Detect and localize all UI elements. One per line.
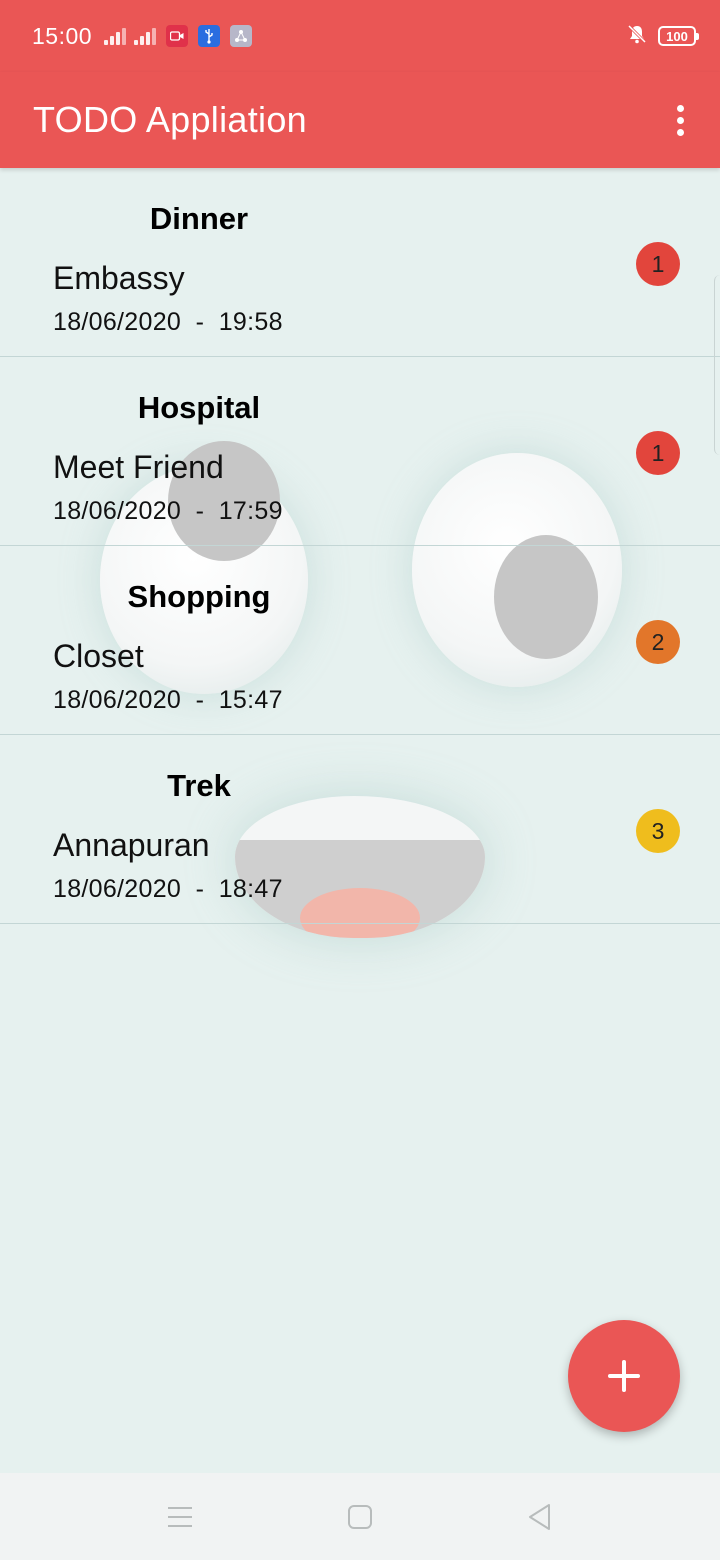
todo-list: Dinner Embassy 18/06/2020 - 19:58 1 Hosp… [0,168,720,924]
todo-datetime: 18/06/2020 - 19:58 [53,308,283,336]
todo-item[interactable]: Hospital Meet Friend 18/06/2020 - 17:59 … [0,357,720,546]
priority-badge: 2 [636,620,680,664]
signal-icon [104,27,127,45]
todo-datetime: 18/06/2020 - 18:47 [53,875,283,903]
todo-item[interactable]: Dinner Embassy 18/06/2020 - 19:58 1 [0,168,720,357]
usb-icon [198,25,221,47]
todo-datetime: 18/06/2020 - 15:47 [53,686,283,714]
todo-category: Hospital [137,390,261,425]
mute-icon [626,23,648,50]
menu-icon[interactable] [150,1487,210,1547]
video-record-icon [166,25,189,47]
priority-badge: 1 [636,431,680,475]
todo-category: Dinner [149,201,249,236]
todo-title: Annapuran [53,827,210,863]
status-time: 15:00 [32,22,93,49]
app-title: TODO Appliation [33,99,307,140]
signal-icon [134,27,157,45]
status-bar: 15:00 100 [0,0,720,72]
todo-item[interactable]: Trek Annapuran 18/06/2020 - 18:47 3 [0,735,720,924]
todo-category: Trek [167,768,231,803]
todo-title: Closet [53,638,144,674]
priority-badge: 3 [636,809,680,853]
todo-item[interactable]: Shopping Closet 18/06/2020 - 15:47 2 [0,546,720,735]
home-icon[interactable] [330,1487,390,1547]
plus-icon [608,1360,640,1392]
more-vert-icon[interactable] [640,72,720,168]
share-icon [230,25,253,47]
app-bar: TODO Appliation [0,72,720,168]
todo-category: Shopping [127,579,271,614]
navigation-bar [0,1473,720,1560]
priority-badge: 1 [636,242,680,286]
todo-title: Meet Friend [53,449,224,485]
todo-datetime: 18/06/2020 - 17:59 [53,497,283,525]
add-todo-button[interactable] [568,1320,680,1432]
back-icon[interactable] [510,1487,570,1547]
battery-icon: 100 [658,26,699,46]
scrollbar[interactable] [714,275,720,455]
todo-title: Embassy [53,260,185,296]
